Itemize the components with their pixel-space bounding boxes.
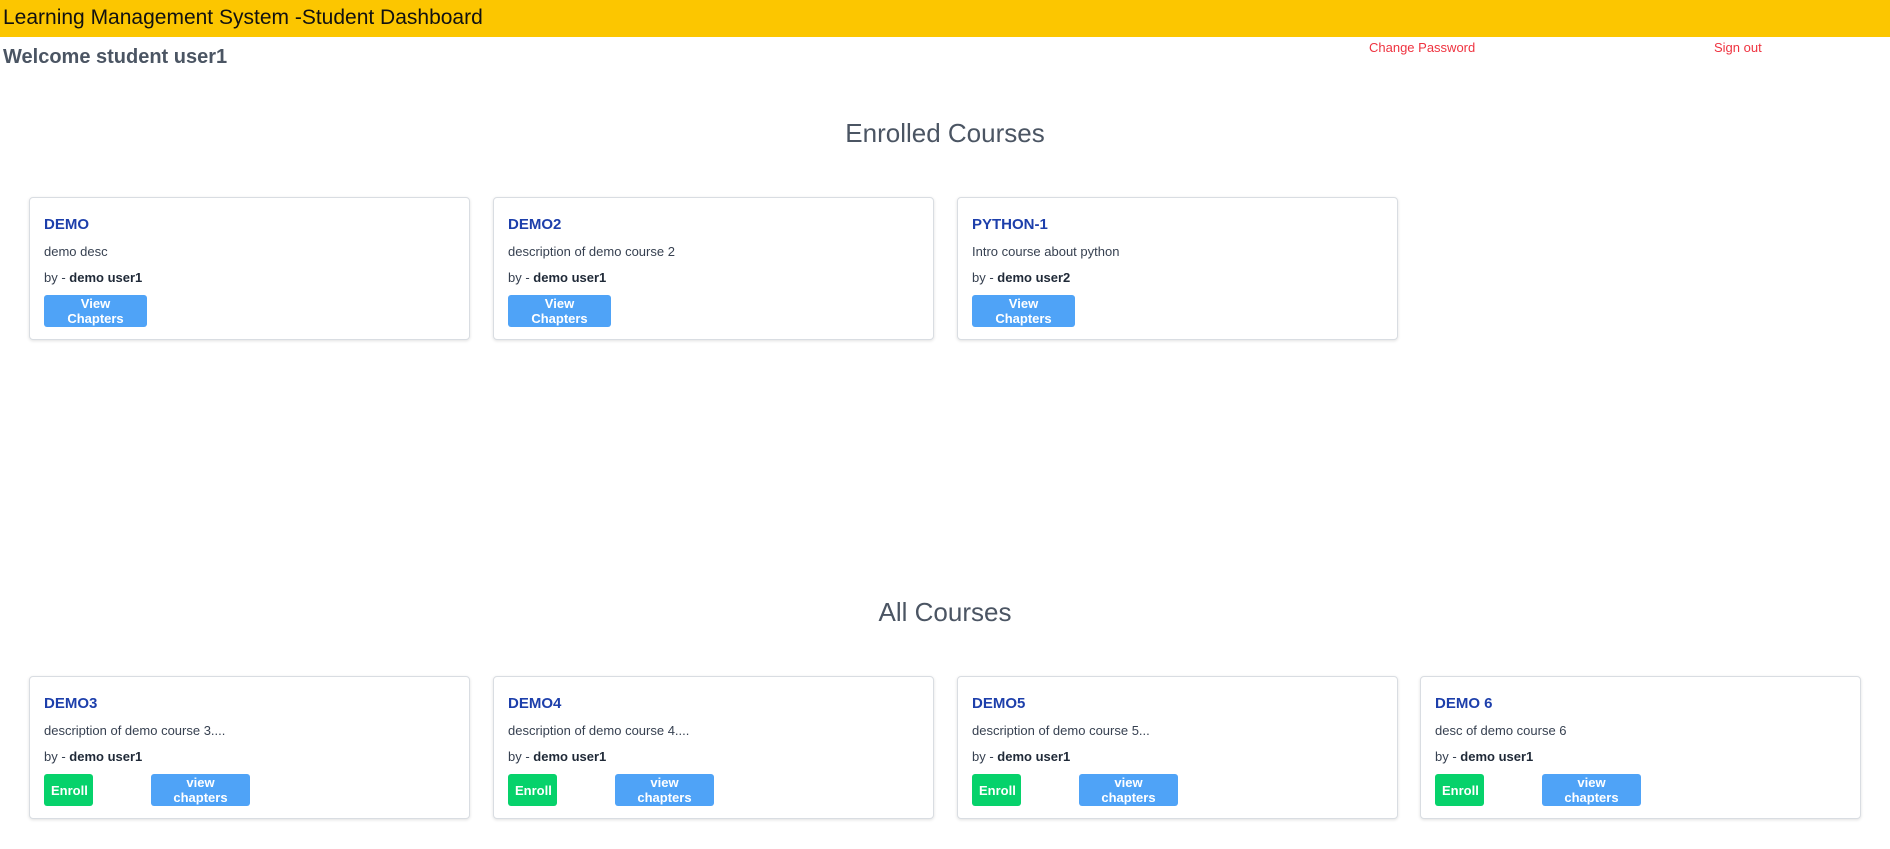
course-title[interactable]: DEMO3 bbox=[44, 695, 97, 712]
course-title[interactable]: PYTHON-1 bbox=[972, 216, 1048, 233]
course-card: DEMO3 description of demo course 3.... b… bbox=[29, 676, 470, 819]
view-chapters-button[interactable]: view chapters bbox=[1542, 774, 1641, 806]
view-chapters-button[interactable]: view chapters bbox=[615, 774, 714, 806]
course-description: description of demo course 2 bbox=[508, 244, 675, 259]
course-title[interactable]: DEMO bbox=[44, 216, 89, 233]
enroll-button[interactable]: Enroll bbox=[44, 774, 93, 806]
course-author: by - demo user1 bbox=[508, 749, 606, 764]
course-description: description of demo course 5... bbox=[972, 723, 1150, 738]
course-title[interactable]: DEMO2 bbox=[508, 216, 561, 233]
course-card: DEMO 6 desc of demo course 6 by - demo u… bbox=[1420, 676, 1861, 819]
course-description: demo desc bbox=[44, 244, 108, 259]
course-author: by - demo user2 bbox=[972, 270, 1070, 285]
author-name: demo user1 bbox=[997, 749, 1071, 764]
author-name: demo user1 bbox=[533, 749, 607, 764]
view-chapters-button[interactable]: view chapters bbox=[1079, 774, 1178, 806]
course-description: description of demo course 3.... bbox=[44, 723, 226, 738]
by-label: by - bbox=[44, 749, 70, 764]
author-name: demo user1 bbox=[69, 270, 143, 285]
all-courses-heading: All Courses bbox=[878, 597, 1012, 627]
course-card: DEMO4 description of demo course 4.... b… bbox=[493, 676, 934, 819]
enrolled-course-card: PYTHON-1 Intro course about python by - … bbox=[957, 197, 1398, 340]
change-password-link[interactable]: Change Password bbox=[1369, 40, 1475, 55]
course-author: by - demo user1 bbox=[508, 270, 606, 285]
author-name: demo user2 bbox=[997, 270, 1071, 285]
enroll-button[interactable]: Enroll bbox=[508, 774, 557, 806]
top-bar: Learning Management System -Student Dash… bbox=[0, 0, 1890, 37]
view-chapters-button[interactable]: view chapters bbox=[151, 774, 250, 806]
by-label: by - bbox=[508, 749, 534, 764]
course-author: by - demo user1 bbox=[1435, 749, 1533, 764]
view-chapters-button[interactable]: View Chapters bbox=[508, 295, 611, 327]
course-description: Intro course about python bbox=[972, 244, 1120, 259]
author-name: demo user1 bbox=[69, 749, 143, 764]
course-title[interactable]: DEMO 6 bbox=[1435, 695, 1493, 712]
by-label: by - bbox=[972, 749, 998, 764]
course-title[interactable]: DEMO5 bbox=[972, 695, 1025, 712]
course-description: desc of demo course 6 bbox=[1435, 723, 1567, 738]
by-label: by - bbox=[1435, 749, 1461, 764]
author-name: demo user1 bbox=[1460, 749, 1534, 764]
by-label: by - bbox=[508, 270, 534, 285]
view-chapters-button[interactable]: View Chapters bbox=[972, 295, 1075, 327]
app-title: Learning Management System -Student Dash… bbox=[3, 6, 483, 29]
enrolled-courses-heading: Enrolled Courses bbox=[845, 118, 1045, 148]
enrolled-course-card: DEMO2 description of demo course 2 by - … bbox=[493, 197, 934, 340]
course-author: by - demo user1 bbox=[44, 749, 142, 764]
by-label: by - bbox=[972, 270, 998, 285]
course-title[interactable]: DEMO4 bbox=[508, 695, 561, 712]
by-label: by - bbox=[44, 270, 70, 285]
enroll-button[interactable]: Enroll bbox=[1435, 774, 1484, 806]
sign-out-link[interactable]: Sign out bbox=[1714, 40, 1762, 55]
course-card: DEMO5 description of demo course 5... by… bbox=[957, 676, 1398, 819]
course-description: description of demo course 4.... bbox=[508, 723, 690, 738]
view-chapters-button[interactable]: View Chapters bbox=[44, 295, 147, 327]
course-author: by - demo user1 bbox=[972, 749, 1070, 764]
course-author: by - demo user1 bbox=[44, 270, 142, 285]
enrolled-course-card: DEMO demo desc by - demo user1 View Chap… bbox=[29, 197, 470, 340]
welcome-message: Welcome student user1 bbox=[3, 46, 228, 68]
enroll-button[interactable]: Enroll bbox=[972, 774, 1021, 806]
author-name: demo user1 bbox=[533, 270, 607, 285]
